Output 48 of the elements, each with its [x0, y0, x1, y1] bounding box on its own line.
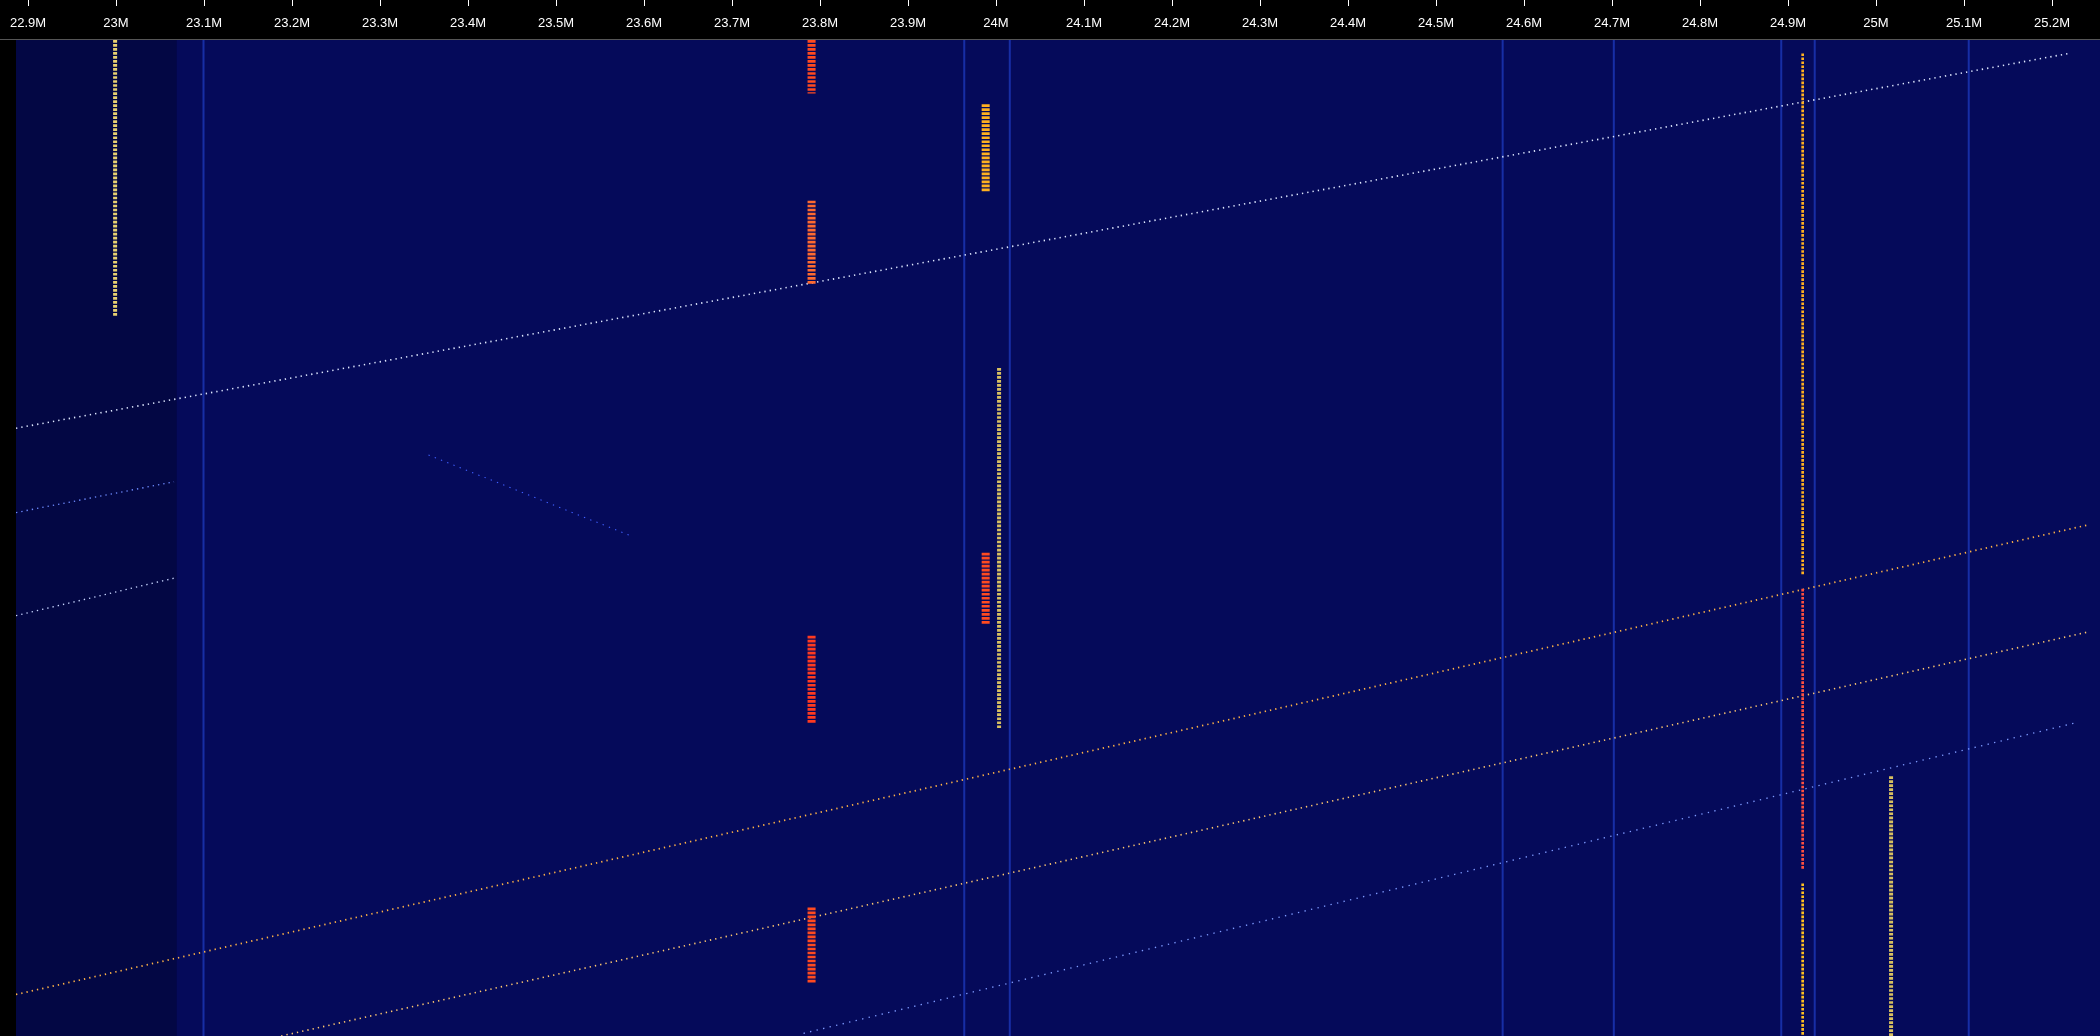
tick-label: 23.1M [185, 15, 223, 31]
tick-mark [2051, 0, 2053, 6]
tick-label: 24.1M [1065, 15, 1103, 31]
tick-label: 23.2M [273, 15, 311, 31]
tick-label: 24.9M [1769, 15, 1807, 31]
tick-mark [819, 0, 821, 6]
tick-label: 25M [1863, 15, 1889, 31]
tick-label: 22.9M [9, 15, 47, 31]
tick-label: 23.5M [537, 15, 575, 31]
tick-label: 24.7M [1593, 15, 1631, 31]
tick-label: 23M [103, 15, 129, 31]
tick-label: 24.4M [1329, 15, 1367, 31]
tick-label: 24.3M [1241, 15, 1279, 31]
tick-mark [1875, 0, 1877, 6]
tick-mark [1171, 0, 1173, 6]
tick-mark [1963, 0, 1965, 6]
tick-mark [1259, 0, 1261, 6]
tick-mark [291, 0, 293, 6]
tick-label: 24.2M [1153, 15, 1191, 31]
tick-mark [731, 0, 733, 6]
tick-label: 23.8M [801, 15, 839, 31]
tick-label: 25.2M [2033, 15, 2071, 31]
tick-label: 24.8M [1681, 15, 1719, 31]
tick-label: 23.7M [713, 15, 751, 31]
tick-mark [1083, 0, 1085, 6]
tick-mark [1523, 0, 1525, 6]
tick-mark [115, 0, 117, 6]
tick-mark [27, 0, 29, 6]
tick-mark [643, 0, 645, 6]
tick-mark [203, 0, 205, 6]
tick-label: 25.1M [1945, 15, 1983, 31]
tick-label: 23.3M [361, 15, 399, 31]
tick-mark [379, 0, 381, 6]
tick-label: 23.6M [625, 15, 663, 31]
tick-label: 23.9M [889, 15, 927, 31]
tick-mark [467, 0, 469, 6]
tick-label: 24M [983, 15, 1009, 31]
tick-mark [555, 0, 557, 6]
tick-mark [907, 0, 909, 6]
tick-label: 23.4M [449, 15, 487, 31]
tick-mark [1435, 0, 1437, 6]
tick-mark [1787, 0, 1789, 6]
tick-label: 24.5M [1417, 15, 1455, 31]
tick-mark [1611, 0, 1613, 6]
tick-mark [995, 0, 997, 6]
tick-mark [1347, 0, 1349, 6]
tick-label: 24.6M [1505, 15, 1543, 31]
tick-mark [1699, 0, 1701, 6]
